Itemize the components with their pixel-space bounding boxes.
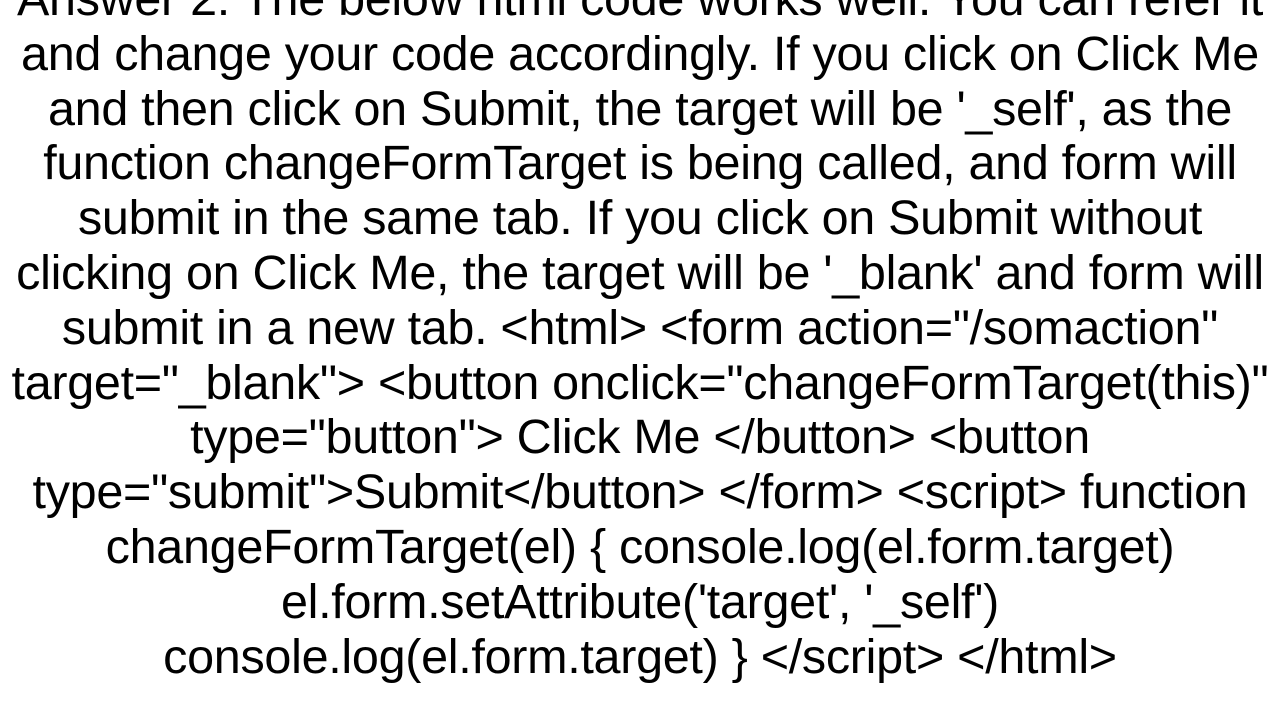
answer-text: Answer 2: The below html code works well… — [0, 0, 1280, 684]
